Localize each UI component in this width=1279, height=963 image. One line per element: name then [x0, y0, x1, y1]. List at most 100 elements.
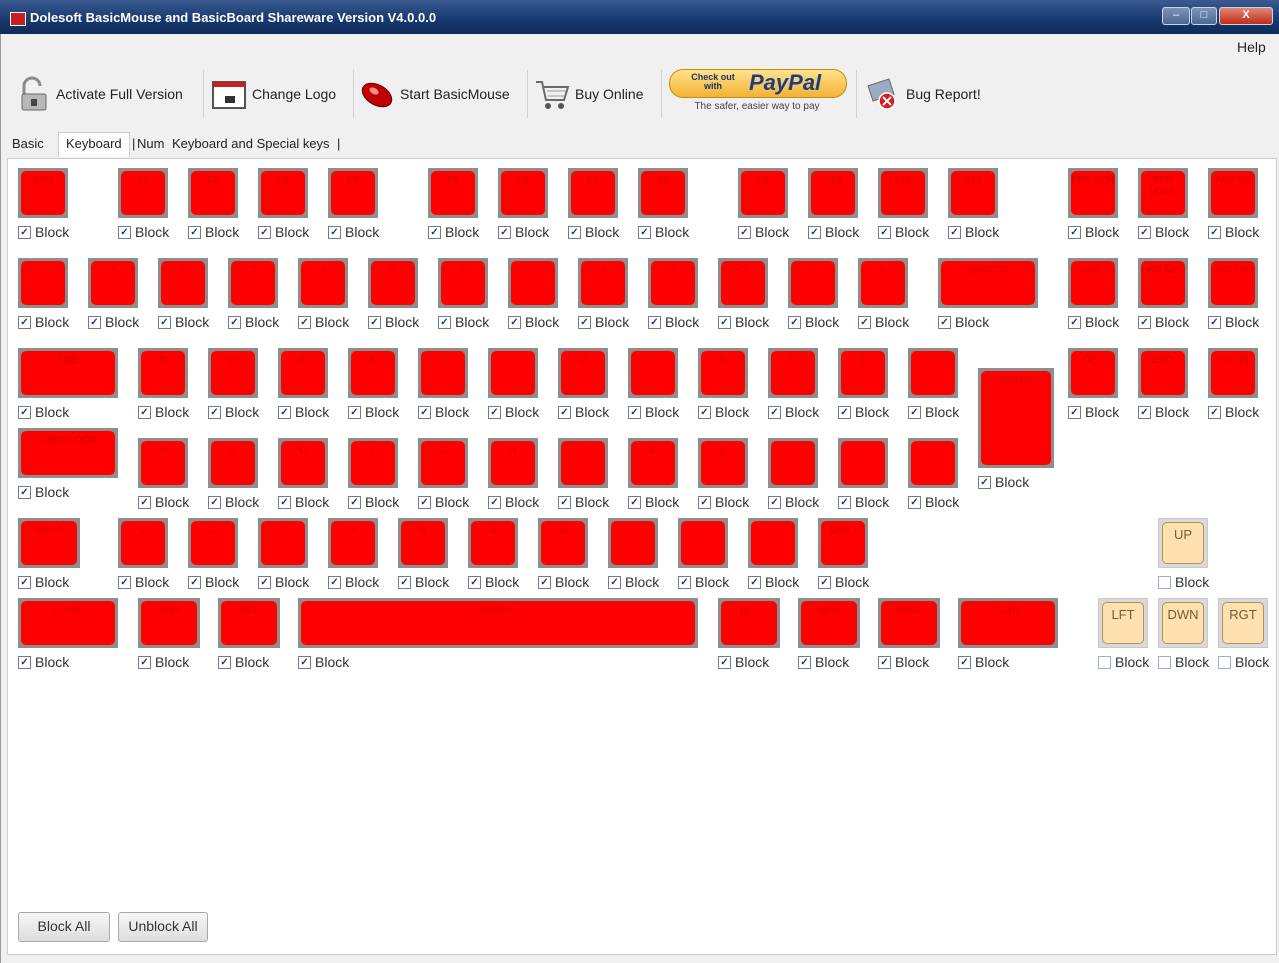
- key-menu[interactable]: MNU: [878, 598, 940, 648]
- block-checkbox-f6[interactable]: ✓ Block: [498, 224, 549, 240]
- block-checkbox-t[interactable]: ✓ Block: [418, 404, 469, 420]
- block-checkbox-k0[interactable]: ✓ Block: [718, 314, 769, 330]
- block-checkbox-pgup[interactable]: ✓ Block: [1208, 314, 1259, 330]
- key-y[interactable]: Y: [488, 348, 538, 398]
- block-checkbox-v[interactable]: ✓ Block: [328, 574, 379, 590]
- key-semicolon[interactable]: ;: [768, 438, 818, 488]
- block-checkbox-k7[interactable]: ✓ Block: [508, 314, 559, 330]
- key-f[interactable]: F: [348, 438, 398, 488]
- block-checkbox-b[interactable]: ✓ Block: [398, 574, 449, 590]
- minimize-button[interactable]: –: [1162, 7, 1190, 25]
- key-u[interactable]: U: [558, 348, 608, 398]
- block-checkbox-ins[interactable]: ✓ Block: [1068, 314, 1119, 330]
- key-k7[interactable]: 7: [508, 258, 558, 308]
- key-down[interactable]: DWN: [1158, 598, 1208, 648]
- block-checkbox-k3[interactable]: ✓ Block: [228, 314, 279, 330]
- key-f9[interactable]: F9: [738, 168, 788, 218]
- block-checkbox-g[interactable]: ✓ Block: [418, 494, 469, 510]
- key-period[interactable]: .: [678, 518, 728, 568]
- block-checkbox-f9[interactable]: ✓ Block: [738, 224, 789, 240]
- block-checkbox-rctrl[interactable]: ✓ Block: [958, 654, 1009, 670]
- block-checkbox-pause[interactable]: ✓ Block: [1208, 224, 1259, 240]
- key-pgdn[interactable]: PG DN: [1208, 348, 1258, 398]
- block-checkbox-w[interactable]: ✓ Block: [208, 404, 259, 420]
- key-k3[interactable]: 3: [228, 258, 278, 308]
- key-d[interactable]: D: [278, 438, 328, 488]
- key-ins[interactable]: INS: [1068, 258, 1118, 308]
- key-tab[interactable]: TAB: [18, 348, 118, 398]
- close-button[interactable]: X: [1219, 7, 1273, 25]
- key-rctrl[interactable]: CTRL: [958, 598, 1058, 648]
- key-right[interactable]: RGT: [1218, 598, 1268, 648]
- block-checkbox-d[interactable]: ✓ Block: [278, 494, 329, 510]
- block-checkbox-e[interactable]: ✓ Block: [278, 404, 329, 420]
- key-t[interactable]: T: [418, 348, 468, 398]
- block-checkbox-k9[interactable]: ✓ Block: [648, 314, 699, 330]
- key-c[interactable]: C: [258, 518, 308, 568]
- block-checkbox-k6[interactable]: ✓ Block: [438, 314, 489, 330]
- block-checkbox-u[interactable]: ✓ Block: [558, 404, 609, 420]
- block-checkbox-lbracket[interactable]: ✓ Block: [838, 404, 889, 420]
- key-minus[interactable]: -: [788, 258, 838, 308]
- key-rshift[interactable]: SHIFT: [818, 518, 868, 568]
- key-backslash[interactable]: \: [908, 438, 958, 488]
- block-checkbox-n[interactable]: ✓ Block: [468, 574, 519, 590]
- block-checkbox-rwin[interactable]: ✓ Block: [798, 654, 849, 670]
- block-checkbox-lwin[interactable]: ✓ Block: [138, 654, 189, 670]
- key-x[interactable]: X: [188, 518, 238, 568]
- key-quote[interactable]: ': [838, 438, 888, 488]
- block-checkbox-semicolon[interactable]: ✓ Block: [768, 494, 819, 510]
- block-checkbox-y[interactable]: ✓ Block: [488, 404, 539, 420]
- block-checkbox-k8[interactable]: ✓ Block: [578, 314, 629, 330]
- key-f7[interactable]: F7: [568, 168, 618, 218]
- block-checkbox-k2[interactable]: ✓ Block: [158, 314, 209, 330]
- block-checkbox-rshift[interactable]: ✓ Block: [818, 574, 869, 590]
- key-o[interactable]: O: [698, 348, 748, 398]
- block-checkbox-right[interactable]: Block: [1218, 654, 1269, 670]
- key-f3[interactable]: F3: [258, 168, 308, 218]
- block-checkbox-space[interactable]: ✓ Block: [298, 654, 349, 670]
- block-checkbox-prtscr[interactable]: ✓ Block: [1068, 224, 1119, 240]
- block-checkbox-enter[interactable]: ✓ Block: [978, 474, 1029, 490]
- block-checkbox-f11[interactable]: ✓ Block: [878, 224, 929, 240]
- block-checkbox-f4[interactable]: ✓ Block: [328, 224, 379, 240]
- bug-report-button[interactable]: Bug Report!: [864, 70, 981, 118]
- block-checkbox-up[interactable]: Block: [1158, 574, 1209, 590]
- block-checkbox-backslash[interactable]: ✓ Block: [908, 494, 959, 510]
- key-scrlock[interactable]: SCR LOCK: [1138, 168, 1188, 218]
- block-checkbox-s[interactable]: ✓ Block: [208, 494, 259, 510]
- key-h[interactable]: H: [488, 438, 538, 488]
- key-w[interactable]: W: [208, 348, 258, 398]
- block-checkbox-f1[interactable]: ✓ Block: [118, 224, 169, 240]
- key-k0[interactable]: 0: [718, 258, 768, 308]
- block-checkbox-left[interactable]: Block: [1098, 654, 1149, 670]
- key-lctrl[interactable]: CTRL: [18, 598, 118, 648]
- key-n[interactable]: N: [468, 518, 518, 568]
- block-checkbox-i[interactable]: ✓ Block: [628, 404, 679, 420]
- key-pause[interactable]: PAU SE: [1208, 168, 1258, 218]
- block-checkbox-down[interactable]: Block: [1158, 654, 1209, 670]
- key-m[interactable]: M: [538, 518, 588, 568]
- key-backsp[interactable]: BACKSP: [938, 258, 1038, 308]
- block-checkbox-pgdn[interactable]: ✓ Block: [1208, 404, 1259, 420]
- block-checkbox-k5[interactable]: ✓ Block: [368, 314, 419, 330]
- unblock-all-button[interactable]: Unblock All: [118, 912, 208, 942]
- block-checkbox-del[interactable]: ✓ Block: [1068, 404, 1119, 420]
- key-capslock[interactable]: CAPS LOCK: [18, 428, 118, 478]
- key-f11[interactable]: F11: [878, 168, 928, 218]
- start-basicmouse-button[interactable]: Start BasicMouse: [358, 70, 510, 118]
- key-p[interactable]: P: [768, 348, 818, 398]
- paypal-checkout-button[interactable]: Check out with PayPal The safer, easier …: [667, 68, 847, 120]
- block-checkbox-f3[interactable]: ✓ Block: [258, 224, 309, 240]
- tab-basic[interactable]: Basic: [12, 136, 44, 151]
- block-checkbox-f7[interactable]: ✓ Block: [568, 224, 619, 240]
- key-f1[interactable]: F1: [118, 168, 168, 218]
- block-checkbox-rbracket[interactable]: ✓ Block: [908, 404, 959, 420]
- key-f5[interactable]: F5: [428, 168, 478, 218]
- block-checkbox-h[interactable]: ✓ Block: [488, 494, 539, 510]
- block-checkbox-lctrl[interactable]: ✓ Block: [18, 654, 69, 670]
- key-l[interactable]: L: [698, 438, 748, 488]
- key-k5[interactable]: 5: [368, 258, 418, 308]
- tab-num[interactable]: Num: [137, 136, 164, 151]
- key-lwin[interactable]: WIN: [138, 598, 200, 648]
